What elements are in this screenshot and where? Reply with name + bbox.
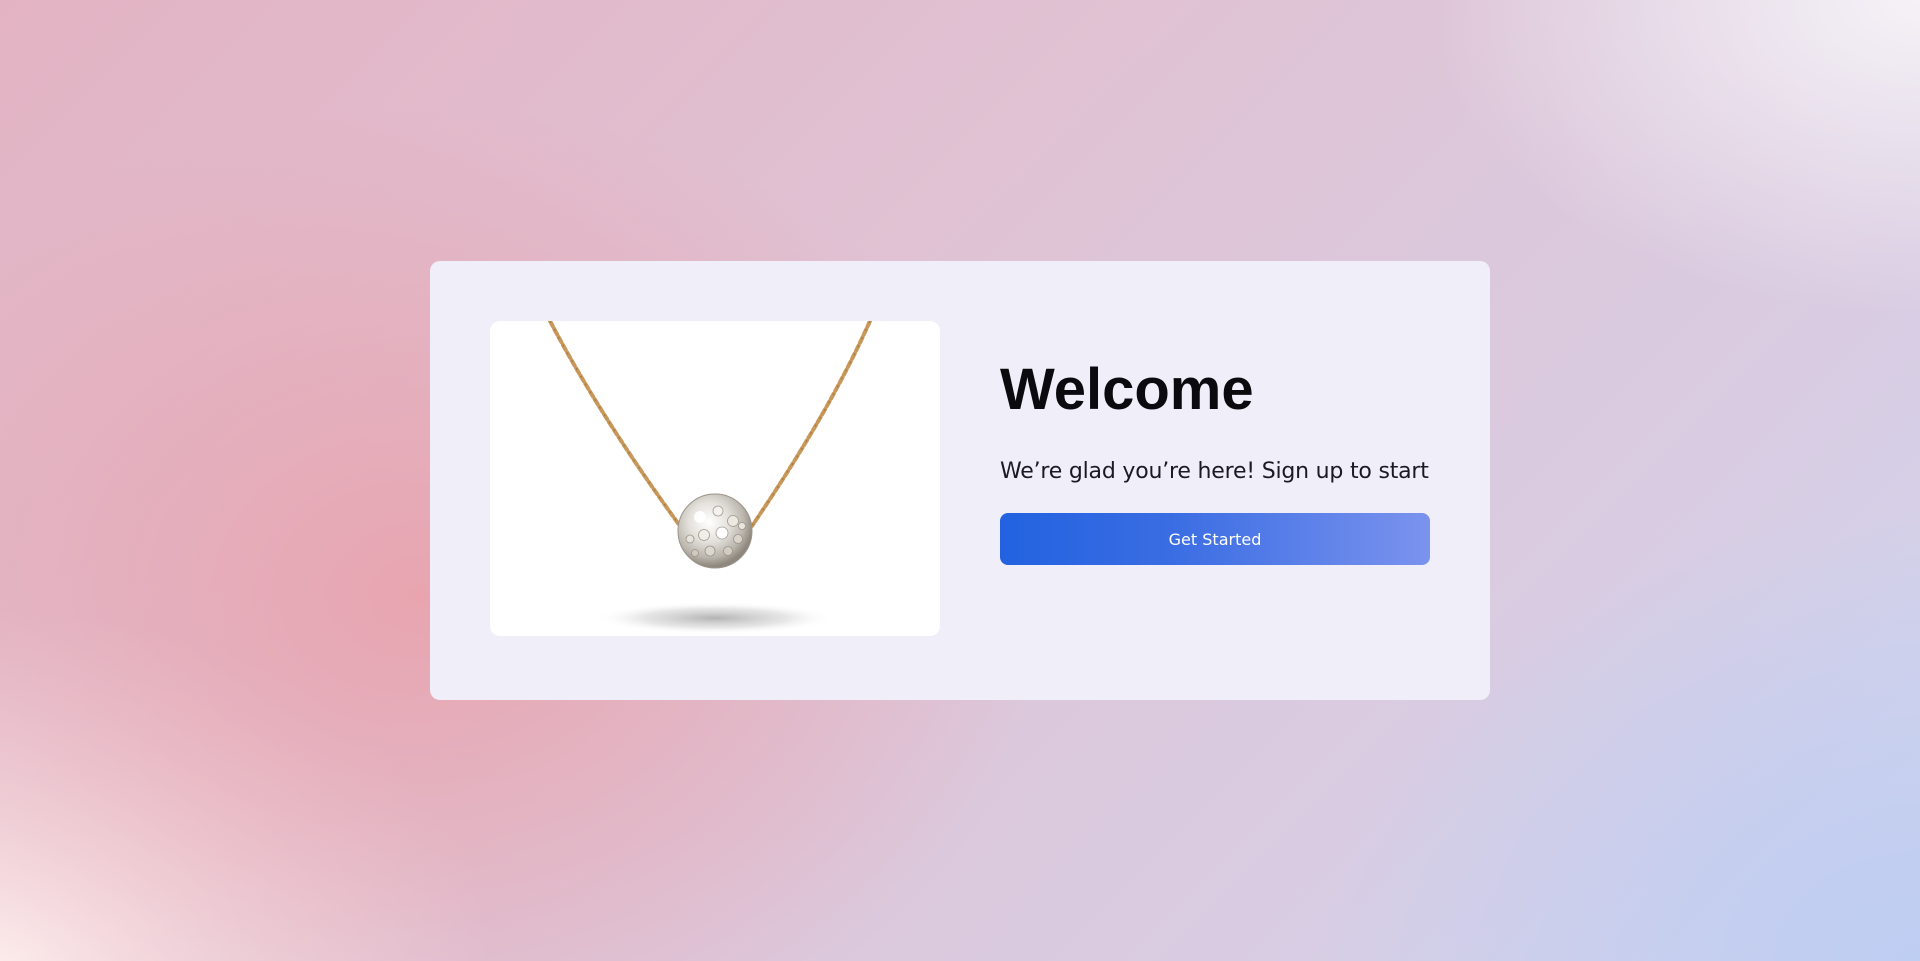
welcome-subtitle: We’re glad you’re here! Sign up to start [1000, 459, 1429, 484]
product-image [490, 321, 940, 636]
necklace-pendant-image [548, 321, 872, 634]
crystal-ball-pendant [677, 493, 753, 569]
chain-left [548, 321, 682, 528]
welcome-content: Welcome We’re glad you’re here! Sign up … [1000, 357, 1430, 566]
pendant-shadow [595, 602, 835, 634]
welcome-card: Welcome We’re glad you’re here! Sign up … [430, 261, 1490, 700]
get-started-button[interactable]: Get Started [1000, 513, 1430, 566]
page-title: Welcome [1000, 357, 1254, 422]
chain-right [750, 321, 872, 528]
